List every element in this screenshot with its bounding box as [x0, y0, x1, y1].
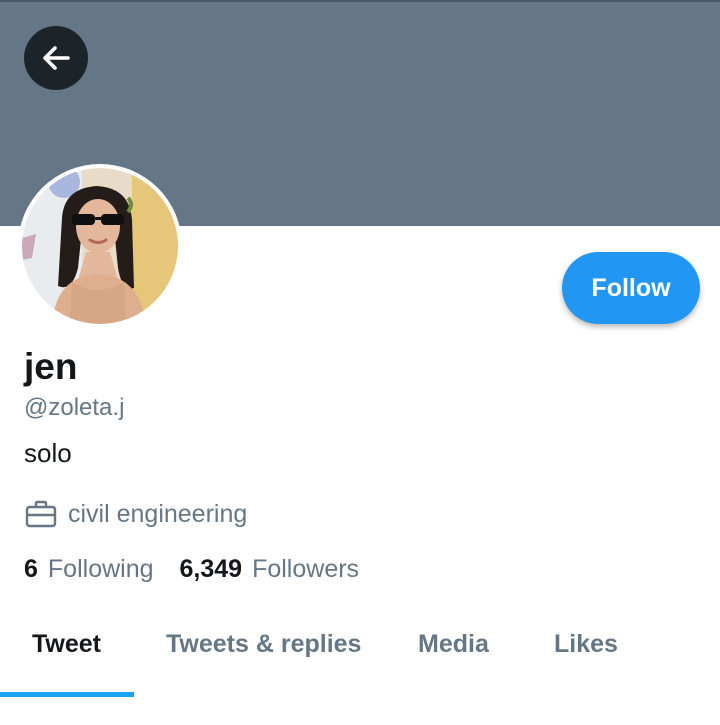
work-label: civil engineering [68, 499, 248, 528]
tab-tweet[interactable]: Tweet [32, 630, 101, 659]
followers-label: Followers [252, 555, 360, 583]
followers-stat[interactable]: 6,349 Followers [180, 555, 360, 584]
arrow-left-icon [43, 46, 70, 70]
profile-page: Follow jen @zoleta.j solo civil engineer… [0, 0, 720, 725]
tab-likes[interactable]: Likes [554, 630, 618, 659]
back-button[interactable] [24, 26, 88, 90]
tab-media[interactable]: Media [418, 630, 489, 659]
tab-tweets-replies[interactable]: Tweets & replies [166, 630, 361, 659]
followers-count: 6,349 [179, 555, 243, 583]
profile-bio: solo [24, 438, 72, 468]
display-name: jen [24, 346, 78, 387]
avatar[interactable] [18, 164, 182, 328]
avatar-photo [22, 168, 178, 324]
following-stat[interactable]: 6 Following [24, 555, 154, 584]
following-label: Following [47, 555, 154, 583]
briefcase-icon [25, 500, 57, 528]
following-count: 6 [24, 555, 38, 583]
profile-stats: 6 Following 6,349 Followers [24, 555, 385, 584]
profile-tabs: Tweet Tweets & replies Media Likes [0, 600, 720, 698]
profile-work: civil engineering [24, 497, 247, 531]
follow-button[interactable]: Follow [562, 252, 700, 324]
profile-handle: @zoleta.j [24, 394, 125, 421]
active-tab-indicator [0, 692, 134, 697]
